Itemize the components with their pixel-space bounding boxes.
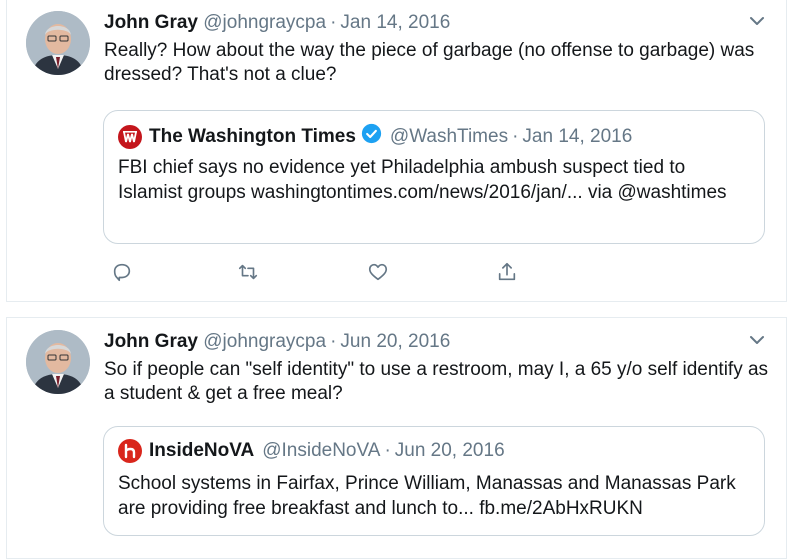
share-icon[interactable] xyxy=(496,261,518,283)
washington-times-logo-icon xyxy=(118,125,142,149)
author-handle[interactable]: @johngraycpa xyxy=(203,331,326,352)
quoted-tweet-text: FBI chief says no evidence yet Philadelp… xyxy=(118,157,727,203)
quoted-author-name: InsideNoVA xyxy=(149,440,255,461)
quoted-author-name: The Washington Times xyxy=(149,126,356,147)
quoted-tweet[interactable]: The Washington Times @WashTimes · Jan 14, … xyxy=(103,110,765,244)
tweet[interactable]: John Gray @johngraycpa · Jan 14, 2016 Real… xyxy=(6,0,787,302)
avatar[interactable] xyxy=(26,11,90,75)
tweet-text: Really? How about the way the piece of g… xyxy=(104,40,755,85)
tweet-date[interactable]: Jan 14, 2016 xyxy=(340,12,450,33)
separator-dot: · xyxy=(330,12,337,33)
author-name[interactable]: John Gray xyxy=(104,331,198,352)
quoted-tweet-text: School systems in Fairfax, Prince Willia… xyxy=(118,473,736,519)
insidenova-logo-icon xyxy=(118,439,142,463)
like-icon[interactable] xyxy=(367,261,389,283)
quoted-author-handle: @WashTimes xyxy=(389,126,509,147)
quoted-tweet-date: Jun 20, 2016 xyxy=(394,440,505,461)
avatar[interactable] xyxy=(26,330,90,394)
reply-icon[interactable] xyxy=(111,261,133,283)
quoted-tweet[interactable]: InsideNoVA @InsideNoVA · Jun 20, 2016 Scho… xyxy=(103,426,765,536)
verified-badge-icon xyxy=(361,123,382,151)
chevron-down-icon[interactable] xyxy=(748,333,766,347)
retweet-icon[interactable] xyxy=(237,261,259,283)
separator-dot: · xyxy=(384,440,391,461)
separator-dot: · xyxy=(512,126,519,147)
quoted-author-handle: @InsideNoVA xyxy=(262,440,381,461)
chevron-down-icon[interactable] xyxy=(748,14,766,28)
quoted-tweet-header: InsideNoVA @InsideNoVA · Jun 20, 2016 xyxy=(118,439,505,463)
tweet-header: John Gray @johngraycpa · Jun 20, 2016 xyxy=(104,330,450,354)
author-handle[interactable]: @johngraycpa xyxy=(203,12,326,33)
tweet-header: John Gray @johngraycpa · Jan 14, 2016 xyxy=(104,11,450,35)
tweet-text: So if people can "self identity" to use … xyxy=(104,359,769,404)
author-name[interactable]: John Gray xyxy=(104,12,198,33)
quoted-tweet-header: The Washington Times @WashTimes · Jan 14, … xyxy=(118,123,632,151)
quoted-tweet-date: Jan 14, 2016 xyxy=(522,126,633,147)
tweet-actions xyxy=(104,261,524,287)
separator-dot: · xyxy=(330,331,337,352)
tweet-date[interactable]: Jun 20, 2016 xyxy=(340,331,450,352)
tweet[interactable]: John Gray @johngraycpa · Jun 20, 2016 So i… xyxy=(6,317,787,559)
